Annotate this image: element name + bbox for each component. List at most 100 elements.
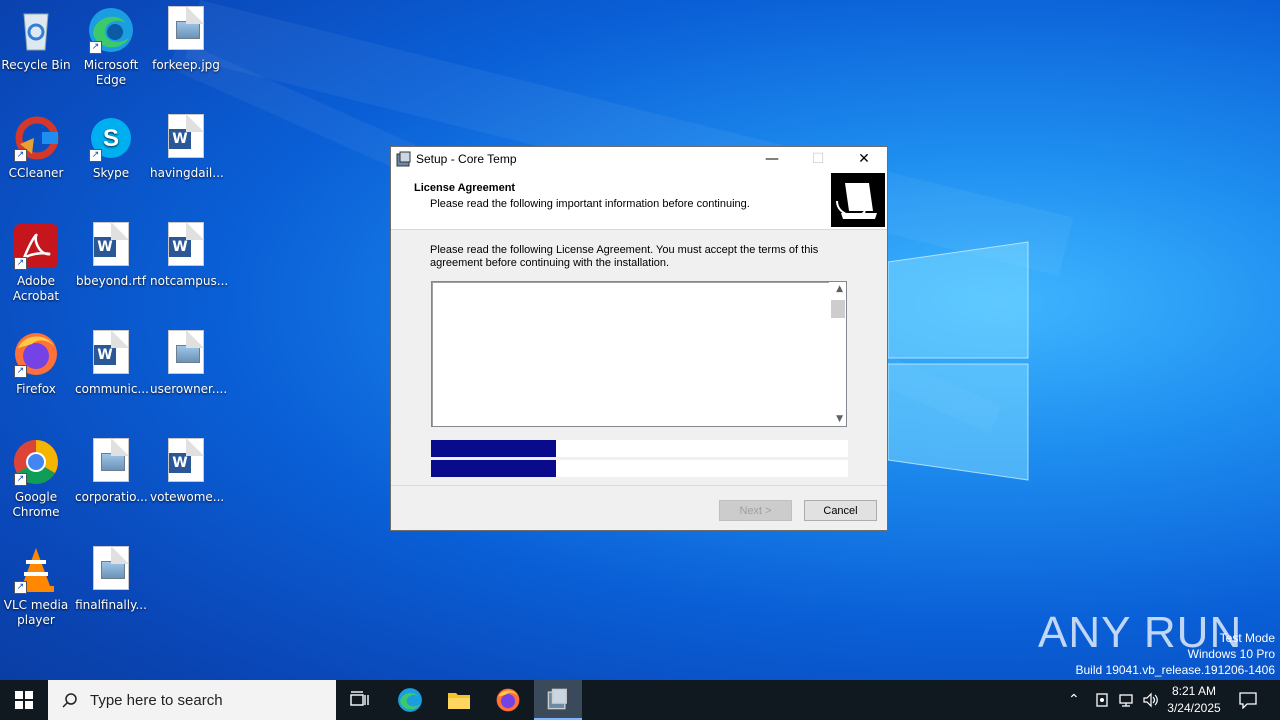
desktop-icon-label: Skype	[92, 166, 130, 180]
wizard-installer-icon	[831, 173, 885, 227]
desktop-icon-label: forkeep.jpg	[152, 58, 220, 72]
recycle-bin-icon	[12, 6, 60, 54]
firefox-icon: ↗	[12, 330, 60, 378]
progress-fill-1	[431, 440, 557, 457]
desktop-icon-label: communic...	[75, 382, 149, 396]
close-icon: ✕	[858, 151, 870, 167]
desktop-icon-forkeep[interactable]: forkeep.jpg	[150, 6, 222, 73]
page-title: License Agreement	[414, 182, 516, 194]
folder-icon	[448, 693, 470, 709]
next-button[interactable]: Next >	[719, 500, 792, 521]
scroll-thumb[interactable]	[831, 300, 845, 318]
start-button[interactable]	[0, 680, 48, 720]
desktop-icon-corporatio[interactable]: corporatio...	[75, 438, 148, 505]
desktop-icon-finalfinally[interactable]: finalfinally...	[75, 546, 147, 613]
chevron-up-icon: ⌃	[1068, 692, 1080, 708]
wizard-header: License Agreement Please read the follow…	[391, 171, 887, 230]
desktop-icon-microsoft-edge[interactable]: ↗ Microsoft Edge	[75, 6, 147, 88]
show-hidden-icons-button[interactable]: ⌃	[1068, 680, 1080, 720]
image-file-icon	[87, 546, 135, 594]
desktop-icon-label: Recycle Bin	[1, 58, 71, 72]
desktop-icon-recycle-bin[interactable]: Recycle Bin	[0, 6, 72, 73]
network-icon	[1119, 694, 1133, 707]
shortcut-arrow-icon: ↗	[14, 581, 27, 594]
word-document-icon: W	[162, 438, 210, 486]
progress-bar-1	[431, 440, 848, 457]
maximize-icon: ☐	[811, 151, 825, 167]
os-watermark: Test Mode Windows 10 Pro Build 19041.vb_…	[1060, 630, 1276, 678]
scroll-up-icon[interactable]: ▲	[836, 284, 843, 294]
desktop-icon-label: Firefox	[16, 382, 56, 396]
title-bar[interactable]: Setup - Core Temp — ☐ ✕	[391, 147, 887, 171]
maximize-button: ☐	[795, 147, 841, 171]
shortcut-arrow-icon: ↗	[14, 365, 27, 378]
shortcut-arrow-icon: ↗	[89, 41, 102, 54]
desktop-icon-label: notcampus...	[150, 274, 229, 288]
desktop-icon-label: VLC media player	[3, 598, 69, 627]
setup-window: Setup - Core Temp — ☐ ✕ License Agreemen…	[390, 146, 888, 531]
chrome-icon: ↗	[12, 438, 60, 486]
task-view-button[interactable]	[336, 680, 384, 720]
desktop-icon-label: CCleaner	[8, 166, 64, 180]
desktop-icon-havingdail[interactable]: W havingdail...	[150, 114, 224, 181]
clock-date: 3/24/2025	[1167, 701, 1221, 715]
image-file-icon	[87, 438, 135, 486]
desktop-icon-adobe-acrobat[interactable]: ↗ Adobe Acrobat	[0, 222, 72, 304]
task-view-icon	[350, 691, 369, 706]
firefox-icon	[496, 688, 520, 712]
license-instructions: Please read the following License Agreem…	[430, 244, 819, 269]
desktop-icon-skype[interactable]: S ↗ Skype	[75, 114, 147, 181]
notification-icon	[1239, 692, 1257, 709]
desktop-icon-vlc[interactable]: ↗ VLC media player	[0, 546, 72, 628]
shortcut-arrow-icon: ↗	[14, 257, 27, 270]
speaker-icon	[1143, 692, 1158, 708]
desktop-icon-label: userowner....	[150, 382, 228, 396]
clock-time: 8:21 AM	[1171, 684, 1217, 698]
progress-fill-2	[431, 460, 557, 477]
taskbar-firefox[interactable]	[484, 680, 532, 720]
desktop-icon-label: havingdail...	[150, 166, 224, 180]
desktop-icon-google-chrome[interactable]: ↗ Google Chrome	[0, 438, 72, 520]
minimize-icon: —	[765, 151, 779, 167]
minimize-button[interactable]: —	[749, 147, 795, 171]
search-icon	[62, 693, 77, 708]
desktop-icon-label: Google Chrome	[12, 490, 60, 519]
shortcut-arrow-icon: ↗	[14, 473, 27, 486]
cancel-button[interactable]: Cancel	[804, 500, 877, 521]
taskbar: Type here to search ⌃ 8:21 AM 3/24/2025	[0, 680, 1280, 720]
desktop-icon-label: Microsoft Edge	[83, 58, 139, 87]
taskbar-clock[interactable]: 8:21 AM 3/24/2025	[1160, 683, 1228, 717]
desktop-icon-label: corporatio...	[75, 490, 148, 504]
volume-button[interactable]	[1142, 680, 1160, 720]
desktop-icon-ccleaner[interactable]: ↗ CCleaner	[0, 114, 72, 181]
taskbar-edge[interactable]	[386, 680, 434, 720]
desktop-icon-bbeyond[interactable]: W bbeyond.rtf	[75, 222, 147, 289]
taskbar-file-explorer[interactable]	[435, 680, 483, 720]
action-center-button[interactable]	[1238, 680, 1258, 720]
desktop-icon-label: Adobe Acrobat	[12, 274, 60, 303]
desktop-icon-firefox[interactable]: ↗ Firefox	[0, 330, 72, 397]
word-document-icon: W	[87, 222, 135, 270]
scroll-down-icon[interactable]: ▼	[836, 414, 843, 424]
tray-device-icon-button[interactable]	[1094, 680, 1110, 720]
desktop-icon-votewome[interactable]: W votewome...	[150, 438, 225, 505]
network-button[interactable]	[1118, 680, 1136, 720]
footer-divider	[391, 485, 887, 486]
desktop-icon-communic[interactable]: W communic...	[75, 330, 149, 397]
taskbar-setup-core-temp[interactable]	[534, 680, 582, 720]
desktop-icon-userowner[interactable]: userowner....	[150, 330, 228, 397]
desktop-icon-notcampus[interactable]: W notcampus...	[150, 222, 229, 289]
desktop-icon-label: finalfinally...	[75, 598, 147, 612]
image-file-icon	[162, 6, 210, 54]
edge-icon	[398, 688, 422, 712]
word-document-icon: W	[162, 222, 210, 270]
taskbar-search-box[interactable]: Type here to search	[48, 680, 336, 720]
license-text-area[interactable]: ▲ ▼	[431, 281, 847, 427]
svg-text:S: S	[103, 125, 119, 152]
license-scrollbar[interactable]: ▲ ▼	[829, 282, 846, 426]
edge-icon: ↗	[87, 6, 135, 54]
close-button[interactable]: ✕	[841, 147, 887, 171]
windows-wallpaper-logo	[888, 241, 1029, 481]
acrobat-icon: ↗	[12, 222, 60, 270]
desktop-icon-label: votewome...	[150, 490, 225, 504]
